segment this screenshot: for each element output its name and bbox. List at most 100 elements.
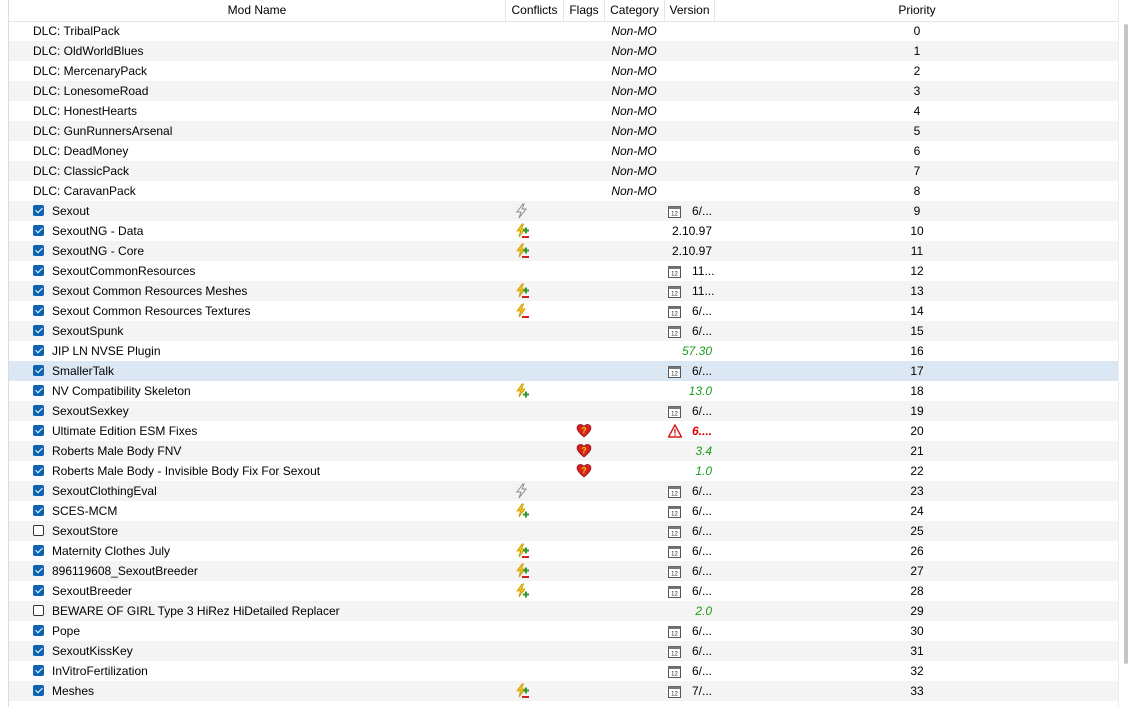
mod-row[interactable]: SexoutStore 12 6/... 25 bbox=[9, 521, 1119, 541]
mod-row[interactable]: SCES-MCM 12 6/... 24 bbox=[9, 501, 1119, 521]
lightning-gray-icon bbox=[514, 203, 530, 219]
mod-enabled-checkbox[interactable] bbox=[33, 325, 44, 336]
mod-enabled-checkbox[interactable] bbox=[33, 505, 44, 516]
svg-text:12: 12 bbox=[671, 592, 678, 598]
mod-row[interactable]: DLC: CaravanPack Non-MO 8 bbox=[9, 181, 1119, 201]
calendar-icon: 12 bbox=[668, 664, 681, 678]
header-priority[interactable]: Priority bbox=[715, 0, 1119, 21]
conflicts-cell bbox=[506, 241, 564, 261]
mod-row[interactable]: Sexout Common Resources Textures 12 6/... 1… bbox=[9, 301, 1119, 321]
mod-row[interactable]: SexoutNG - Data 2.10.97 10 bbox=[9, 221, 1119, 241]
mod-row[interactable]: DLC: LonesomeRoad Non-MO 3 bbox=[9, 81, 1119, 101]
mod-row[interactable]: DLC: MercenaryPack Non-MO 2 bbox=[9, 61, 1119, 81]
header-flags[interactable]: Flags bbox=[564, 0, 605, 21]
mod-name: InVitroFertilization bbox=[52, 664, 148, 678]
mod-enabled-checkbox[interactable] bbox=[33, 205, 44, 216]
version-cell: 12 6/... bbox=[665, 321, 715, 341]
conflicts-cell bbox=[506, 381, 564, 401]
mod-row[interactable]: SexoutKissKey 12 6/... 31 bbox=[9, 641, 1119, 661]
mod-row[interactable]: DLC: ClassicPack Non-MO 7 bbox=[9, 161, 1119, 181]
mod-enabled-checkbox[interactable] bbox=[33, 625, 44, 636]
mod-row[interactable]: SexoutNG - Core 2.10.97 11 bbox=[9, 241, 1119, 261]
lightning-plus-icon bbox=[514, 583, 530, 599]
mod-enabled-checkbox[interactable] bbox=[33, 565, 44, 576]
mod-enabled-checkbox[interactable] bbox=[33, 265, 44, 276]
mod-row[interactable]: BEWARE OF GIRL Type 3 HiRez HiDetailed R… bbox=[9, 601, 1119, 621]
version-text: 6/... bbox=[692, 484, 713, 498]
version-cell: 12 11... bbox=[665, 261, 715, 281]
mod-enabled-checkbox[interactable] bbox=[33, 445, 44, 456]
mod-enabled-checkbox[interactable] bbox=[33, 525, 44, 536]
mod-row[interactable]: Maternity Clothes July 12 6/... 26 bbox=[9, 541, 1119, 561]
header-mod-name[interactable]: Mod Name bbox=[9, 0, 506, 21]
mod-enabled-checkbox[interactable] bbox=[33, 605, 44, 616]
calendar-icon: 12 bbox=[668, 624, 681, 638]
mod-enabled-checkbox[interactable] bbox=[33, 685, 44, 696]
svg-text:12: 12 bbox=[671, 332, 678, 338]
mod-enabled-checkbox[interactable] bbox=[33, 465, 44, 476]
mod-row[interactable]: SexoutCommonResources 12 11... 12 bbox=[9, 261, 1119, 281]
mod-row[interactable]: Ultimate Edition ESM Fixes? 6.... 20 bbox=[9, 421, 1119, 441]
priority-cell: 4 bbox=[913, 104, 921, 118]
mod-row[interactable]: DLC: DeadMoney Non-MO 6 bbox=[9, 141, 1119, 161]
mod-row[interactable]: Roberts Male Body FNV? 3.4 21 bbox=[9, 441, 1119, 461]
mod-enabled-checkbox[interactable] bbox=[33, 245, 44, 256]
conflicts-cell bbox=[506, 681, 564, 701]
mod-row[interactable]: Sexout 12 6/... 9 bbox=[9, 201, 1119, 221]
mod-row[interactable]: DLC: GunRunnersArsenal Non-MO 5 bbox=[9, 121, 1119, 141]
priority-cell: 28 bbox=[910, 584, 924, 598]
mod-enabled-checkbox[interactable] bbox=[33, 365, 44, 376]
priority-cell: 24 bbox=[910, 504, 924, 518]
mod-enabled-checkbox[interactable] bbox=[33, 305, 44, 316]
mod-enabled-checkbox[interactable] bbox=[33, 585, 44, 596]
mod-enabled-checkbox[interactable] bbox=[33, 225, 44, 236]
mod-enabled-checkbox[interactable] bbox=[33, 285, 44, 296]
mod-name: NV Compatibility Skeleton bbox=[52, 384, 191, 398]
mod-row[interactable]: Sexout Common Resources Meshes 12 11... 13 bbox=[9, 281, 1119, 301]
mod-row[interactable]: Roberts Male Body - Invisible Body Fix F… bbox=[9, 461, 1119, 481]
priority-cell: 12 bbox=[910, 264, 924, 278]
mod-enabled-checkbox[interactable] bbox=[33, 405, 44, 416]
mod-row[interactable]: SexoutClothingEval 12 6/... 23 bbox=[9, 481, 1119, 501]
mod-enabled-checkbox[interactable] bbox=[33, 665, 44, 676]
mod-list[interactable]: Mod Name Conflicts Flags Category Versio… bbox=[8, 0, 1119, 707]
priority-cell: 21 bbox=[910, 444, 924, 458]
conflicts-cell bbox=[506, 461, 564, 481]
header-version[interactable]: Version bbox=[665, 0, 715, 21]
svg-text:12: 12 bbox=[671, 292, 678, 298]
mod-row[interactable]: NV Compatibility Skeleton 13.0 18 bbox=[9, 381, 1119, 401]
version-cell: 6.... bbox=[665, 421, 715, 441]
flags-cell bbox=[564, 541, 604, 561]
conflicts-cell bbox=[506, 501, 564, 521]
mod-enabled-checkbox[interactable] bbox=[33, 385, 44, 396]
header-conflicts[interactable]: Conflicts bbox=[506, 0, 564, 21]
mod-row[interactable]: DLC: HonestHearts Non-MO 4 bbox=[9, 101, 1119, 121]
conflicts-cell bbox=[506, 561, 564, 581]
mod-row[interactable]: Meshes 12 7/... 33 bbox=[9, 681, 1119, 701]
mod-row[interactable]: SexoutBreeder 12 6/... 28 bbox=[9, 581, 1119, 601]
mod-row[interactable]: DLC: OldWorldBlues Non-MO 1 bbox=[9, 41, 1119, 61]
header-category[interactable]: Category bbox=[605, 0, 665, 21]
mod-row[interactable]: 896119608_SexoutBreeder 12 6/... 27 bbox=[9, 561, 1119, 581]
mod-enabled-checkbox[interactable] bbox=[33, 645, 44, 656]
mod-enabled-checkbox[interactable] bbox=[33, 345, 44, 356]
priority-cell: 25 bbox=[910, 524, 924, 538]
mod-row[interactable]: JIP LN NVSE Plugin 57.30 16 bbox=[9, 341, 1119, 361]
version-cell bbox=[665, 181, 715, 201]
mod-row[interactable]: DLC: TribalPack Non-MO 0 bbox=[9, 21, 1119, 41]
mod-row[interactable]: InVitroFertilization 12 6/... 32 bbox=[9, 661, 1119, 681]
mod-row[interactable]: SexoutSpunk 12 6/... 15 bbox=[9, 321, 1119, 341]
mod-row[interactable]: Pope 12 6/... 30 bbox=[9, 621, 1119, 641]
vertical-scrollbar[interactable] bbox=[1118, 0, 1133, 707]
mod-name: DLC: GunRunnersArsenal bbox=[33, 124, 173, 138]
version-text: 6/... bbox=[692, 524, 713, 538]
lightning-plus-minus-icon bbox=[514, 683, 530, 699]
mod-row[interactable]: SmallerTalk 12 6/... 17 bbox=[9, 361, 1119, 381]
version-cell: 2.10.97 bbox=[665, 221, 715, 241]
mod-enabled-checkbox[interactable] bbox=[33, 425, 44, 436]
mod-enabled-checkbox[interactable] bbox=[33, 545, 44, 556]
mod-row[interactable]: SexoutSexkey 12 6/... 19 bbox=[9, 401, 1119, 421]
scrollbar-thumb[interactable] bbox=[1124, 24, 1128, 664]
mod-name: Meshes bbox=[52, 684, 95, 698]
mod-enabled-checkbox[interactable] bbox=[33, 485, 44, 496]
